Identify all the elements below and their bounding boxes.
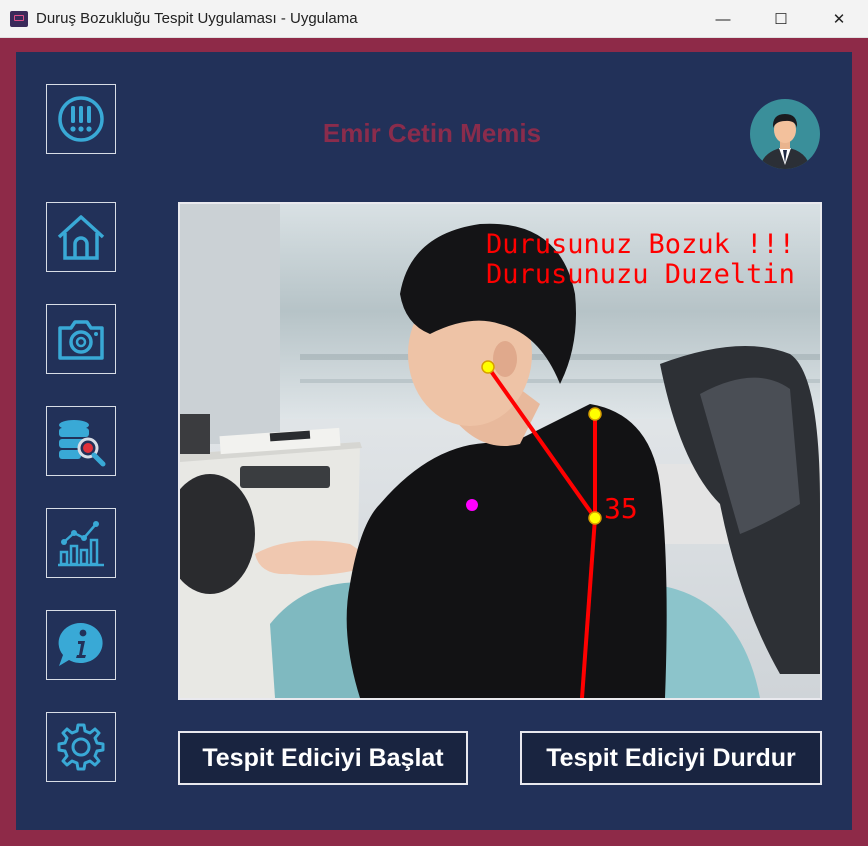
info-icon [58, 622, 103, 666]
window-title: Duruş Bozukluğu Tespit Uygulaması - Uygu… [36, 10, 358, 27]
sidebar-camera-button[interactable] [46, 304, 116, 374]
maximize-button[interactable]: ☐ [752, 0, 810, 38]
close-button[interactable]: ✕ [810, 0, 868, 38]
sidebar-statistics-button[interactable] [46, 508, 116, 578]
app-icon [10, 10, 28, 27]
app-frame: Emir Cetin Memis Durusunuz Bozuk !!! Dur… [0, 38, 868, 846]
camera-icon [58, 320, 104, 360]
posture-warning-line1: Durusunuz Bozuk !!! [486, 229, 795, 260]
gear-icon [57, 723, 105, 771]
neck-angle-value: 35 [604, 492, 638, 525]
database-search-icon [59, 420, 106, 467]
user-name: Emir Cetin Memis [322, 118, 542, 148]
home-icon [57, 215, 105, 260]
posture-warning-line2: Durusunuzu Duzeltin [486, 259, 795, 290]
window-controls: — ☐ ✕ [694, 0, 868, 37]
minimize-button[interactable]: — [694, 0, 752, 38]
user-avatar-icon[interactable] [750, 99, 820, 169]
sidebar-database-search-button[interactable] [46, 406, 116, 476]
window-titlebar: Duruş Bozukluğu Tespit Uygulaması - Uygu… [0, 0, 868, 38]
sidebar-settings-button[interactable] [46, 712, 116, 782]
start-detector-button[interactable]: Tespit Ediciyi Başlat [178, 731, 468, 785]
sidebar-home-button[interactable] [46, 202, 116, 272]
camera-feed: Durusunuz Bozuk !!! Durusunuzu Duzeltin … [178, 202, 822, 700]
main-panel: Emir Cetin Memis Durusunuz Bozuk !!! Dur… [16, 52, 852, 830]
stop-detector-button[interactable]: Tespit Ediciyi Durdur [520, 731, 822, 785]
chart-icon [58, 521, 104, 567]
sidebar-info-button[interactable] [46, 610, 116, 680]
